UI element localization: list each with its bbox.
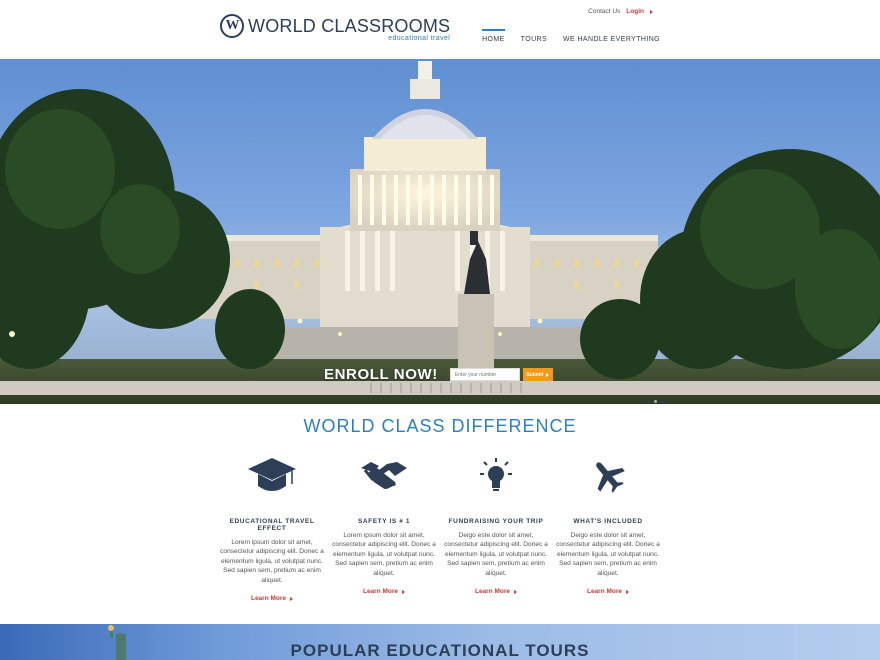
enroll-form: ENROLL NOW! Submit	[324, 366, 553, 383]
slider-dot[interactable]	[654, 400, 657, 403]
graduation-cap-icon	[216, 452, 328, 500]
learn-more-label: Learn More	[250, 595, 287, 603]
slider-dots	[654, 400, 664, 403]
popular-tours-section: POPULAR EDUCATIONAL TOURS	[0, 624, 880, 660]
hero-banner: ENROLL NOW! Submit	[0, 59, 880, 404]
lightbulb-icon	[440, 452, 552, 500]
logo-name: WORLD CLASSROOMS	[248, 16, 451, 36]
submit-button-label: Submit	[526, 371, 544, 378]
learn-more-label: Learn More	[362, 588, 399, 596]
caret-right-icon	[402, 589, 406, 594]
nav-item-tours[interactable]: TOURS	[521, 29, 547, 43]
feature-safety: SAFETY IS # 1 Lorem ipsum dolor sit amet…	[328, 452, 440, 605]
feature-text: Deigo este dolor sit amet, consectetur a…	[444, 532, 548, 577]
feature-title: WHAT'S INCLUDED	[573, 518, 643, 525]
nav-item-we-handle-everything[interactable]: WE HANDLE EVERYTHING	[563, 29, 660, 43]
handshake-icon	[328, 452, 440, 500]
logo[interactable]: W WORLD CLASSROOMS educational travel	[220, 14, 451, 42]
main-nav: HOME TOURS WE HANDLE EVERYTHING	[466, 29, 660, 43]
feature-title: FUNDRAISING YOUR TRIP	[448, 518, 544, 525]
features-row: EDUCATIONAL TRAVEL EFFECT Lorem ipsum do…	[216, 452, 664, 605]
enroll-label: ENROLL NOW!	[324, 366, 438, 383]
learn-more-link[interactable]: Learn More	[250, 595, 294, 603]
learn-more-label: Learn More	[474, 588, 511, 596]
nav-item-home[interactable]: HOME	[482, 29, 505, 43]
logo-text: WORLD CLASSROOMS educational travel	[248, 16, 451, 42]
learn-more-link[interactable]: Learn More	[362, 588, 406, 596]
login-link[interactable]: Login	[626, 8, 644, 15]
feature-fundraising: FUNDRAISING YOUR TRIP Deigo este dolor s…	[440, 452, 552, 605]
feature-whats-included: WHAT'S INCLUDED Deigo este dolor sit ame…	[552, 452, 664, 605]
caret-right-icon	[290, 596, 294, 601]
caret-right-icon	[650, 9, 653, 14]
caret-right-icon	[546, 372, 550, 377]
capitol-building-image	[0, 61, 880, 404]
feature-title: SAFETY IS # 1	[357, 518, 411, 525]
caret-right-icon	[514, 589, 518, 594]
airplane-icon	[552, 452, 664, 500]
phone-number-input[interactable]	[449, 368, 520, 381]
feature-text: Lorem ipsum dolor sit amet, consectetur …	[332, 532, 436, 577]
logo-tagline: educational travel	[388, 35, 451, 42]
caret-right-icon	[626, 589, 630, 594]
learn-more-label: Learn More	[586, 588, 623, 596]
popular-tours-title: POPULAR EDUCATIONAL TOURS	[290, 641, 590, 660]
learn-more-link[interactable]: Learn More	[586, 588, 630, 596]
feature-text: Lorem ipsum dolor sit amet, consectetur …	[220, 539, 324, 584]
slider-dot-active[interactable]	[661, 400, 664, 403]
site-header: W WORLD CLASSROOMS educational travel Co…	[0, 0, 880, 59]
feature-text: Deigo este dolor sit amet, consectetur a…	[556, 532, 660, 577]
submit-button[interactable]: Submit	[522, 368, 553, 381]
learn-more-link[interactable]: Learn More	[474, 588, 518, 596]
feature-title: EDUCATIONAL TRAVEL EFFECT	[229, 518, 315, 532]
utility-links: Contact Us Login	[588, 8, 653, 15]
difference-title: WORLD CLASS DIFFERENCE	[303, 416, 577, 436]
feature-educational-travel: EDUCATIONAL TRAVEL EFFECT Lorem ipsum do…	[216, 452, 328, 605]
contact-us-link[interactable]: Contact Us	[588, 8, 620, 15]
logo-mark-icon: W	[220, 14, 244, 38]
